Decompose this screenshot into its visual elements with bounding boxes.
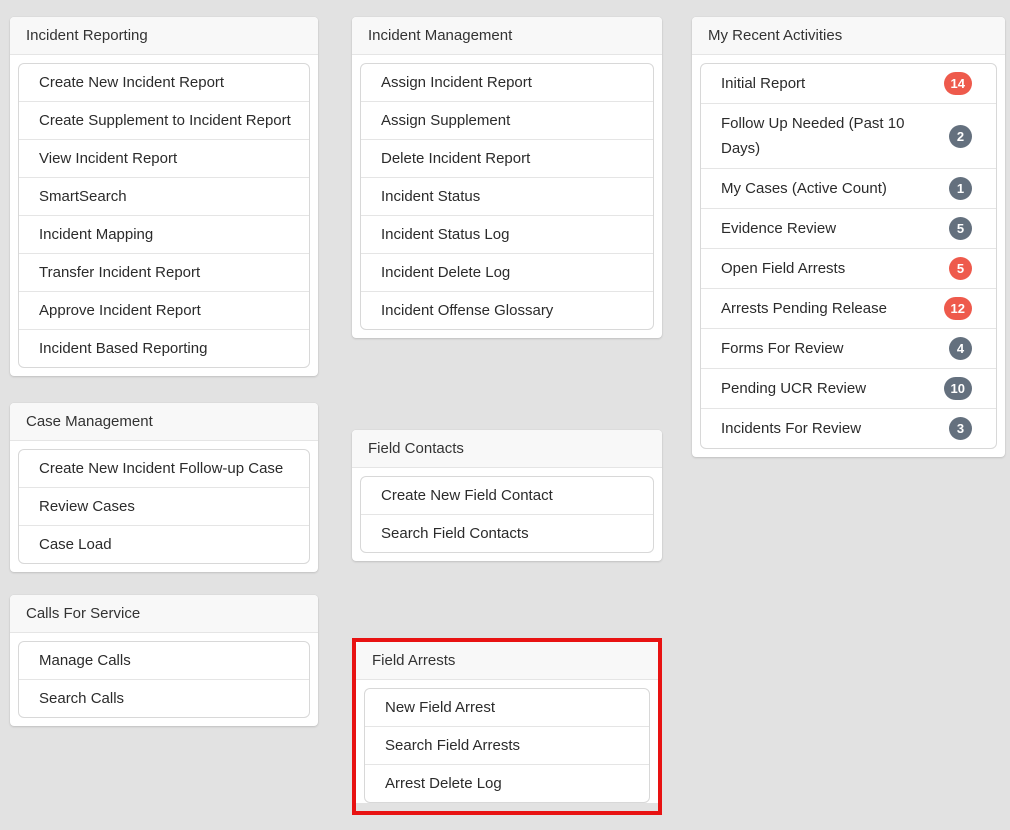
count-badge: 4 [949,337,972,360]
activity-item[interactable]: Follow Up Needed (Past 10 Days)2 [701,103,996,168]
card-field-contacts: Field Contacts Create New Field ContactS… [352,430,662,561]
card-field-arrests: Field Arrests New Field ArrestSearch Fie… [356,642,658,803]
menu-item[interactable]: Search Calls [19,679,309,717]
activity-label: Incidents For Review [721,416,949,441]
menu-item[interactable]: Create New Field Contact [361,477,653,514]
menu-item[interactable]: New Field Arrest [365,689,649,726]
menu-item[interactable]: Incident Delete Log [361,253,653,291]
count-badge: 5 [949,257,972,280]
card-title-case-management: Case Management [10,403,318,441]
activity-item[interactable]: My Cases (Active Count)1 [701,168,996,208]
menu-item[interactable]: Search Field Contacts [361,514,653,552]
menu-item[interactable]: Arrest Delete Log [365,764,649,802]
column-middle: Incident Management Assign Incident Repo… [352,17,662,815]
activity-list: Initial Report14Follow Up Needed (Past 1… [700,63,997,449]
activity-item[interactable]: Arrests Pending Release12 [701,288,996,328]
dashboard: Incident Reporting Create New Incident R… [0,0,1010,815]
count-badge: 12 [944,297,972,320]
menu-list-case-management: Create New Incident Follow-up CaseReview… [18,449,310,564]
count-badge: 1 [949,177,972,200]
menu-item[interactable]: Incident Mapping [19,215,309,253]
card-calls-for-service: Calls For Service Manage CallsSearch Cal… [10,595,318,726]
menu-item[interactable]: Manage Calls [19,642,309,679]
menu-item[interactable]: Review Cases [19,487,309,525]
menu-list-field-contacts: Create New Field ContactSearch Field Con… [360,476,654,553]
menu-list-incident-management: Assign Incident ReportAssign SupplementD… [360,63,654,330]
count-badge: 2 [949,125,972,148]
menu-item[interactable]: Incident Status Log [361,215,653,253]
activity-label: Initial Report [721,71,944,96]
activity-label: Arrests Pending Release [721,296,944,321]
activity-item[interactable]: Open Field Arrests5 [701,248,996,288]
card-title-field-contacts: Field Contacts [352,430,662,468]
card-title-incident-management: Incident Management [352,17,662,55]
activity-label: My Cases (Active Count) [721,176,949,201]
menu-item[interactable]: Create New Incident Report [19,64,309,101]
menu-item[interactable]: Search Field Arrests [365,726,649,764]
menu-item[interactable]: Create New Incident Follow-up Case [19,450,309,487]
card-case-management: Case Management Create New Incident Foll… [10,403,318,572]
activity-label: Pending UCR Review [721,376,944,401]
menu-item[interactable]: View Incident Report [19,139,309,177]
menu-item[interactable]: Incident Offense Glossary [361,291,653,329]
activity-label: Open Field Arrests [721,256,949,281]
activity-item[interactable]: Forms For Review4 [701,328,996,368]
menu-item[interactable]: Approve Incident Report [19,291,309,329]
menu-list-field-arrests: New Field ArrestSearch Field ArrestsArre… [364,688,650,803]
count-badge: 14 [944,72,972,95]
card-incident-reporting: Incident Reporting Create New Incident R… [10,17,318,376]
menu-item[interactable]: SmartSearch [19,177,309,215]
menu-item[interactable]: Delete Incident Report [361,139,653,177]
menu-item[interactable]: Incident Based Reporting [19,329,309,367]
card-incident-management: Incident Management Assign Incident Repo… [352,17,662,338]
activity-item[interactable]: Pending UCR Review10 [701,368,996,408]
activity-label: Follow Up Needed (Past 10 Days) [721,111,949,161]
menu-item[interactable]: Create Supplement to Incident Report [19,101,309,139]
column-right: My Recent Activities Initial Report14Fol… [692,17,1005,457]
card-title-my-recent-activities: My Recent Activities [692,17,1005,55]
card-title-field-arrests: Field Arrests [356,642,658,680]
red-highlight-box: Field Arrests New Field ArrestSearch Fie… [352,638,662,815]
card-title-calls-for-service: Calls For Service [10,595,318,633]
column-left: Incident Reporting Create New Incident R… [10,17,318,726]
activity-item[interactable]: Incidents For Review3 [701,408,996,448]
menu-item[interactable]: Assign Incident Report [361,64,653,101]
activity-item[interactable]: Initial Report14 [701,64,996,103]
activity-label: Evidence Review [721,216,949,241]
menu-item[interactable]: Assign Supplement [361,101,653,139]
activity-item[interactable]: Evidence Review5 [701,208,996,248]
count-badge: 5 [949,217,972,240]
menu-item[interactable]: Transfer Incident Report [19,253,309,291]
card-title-incident-reporting: Incident Reporting [10,17,318,55]
menu-item[interactable]: Case Load [19,525,309,563]
card-my-recent-activities: My Recent Activities Initial Report14Fol… [692,17,1005,457]
count-badge: 10 [944,377,972,400]
count-badge: 3 [949,417,972,440]
activity-label: Forms For Review [721,336,949,361]
menu-item[interactable]: Incident Status [361,177,653,215]
menu-list-calls-for-service: Manage CallsSearch Calls [18,641,310,718]
menu-list-incident-reporting: Create New Incident ReportCreate Supplem… [18,63,310,368]
